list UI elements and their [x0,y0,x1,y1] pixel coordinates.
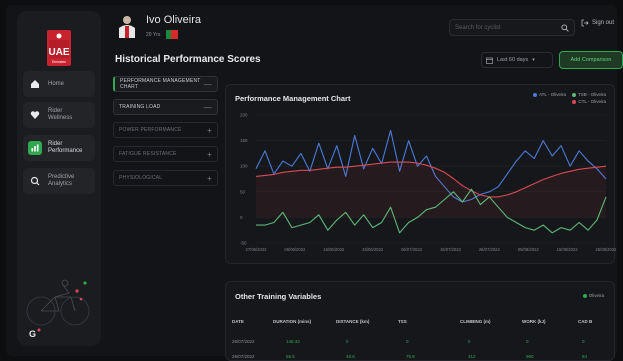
table-cell: 84 [582,354,588,359]
column-header[interactable]: DURATION (mins) [273,319,311,324]
search-icon [561,23,569,32]
sign-out-label: Sign out [592,20,615,26]
y-tick-label: 50 [240,189,246,194]
athlete-age: 20 Yrs [146,31,161,38]
column-header[interactable]: WORK (kJ) [522,319,546,324]
add-comparison-button[interactable]: Add Comparison [559,51,623,69]
metric-performance-management-chart[interactable]: PERFORMANCE MANAGEMENT CHART — [113,76,218,92]
x-tick-label: 16/06/2022 [323,247,345,252]
x-tick-label: 26/06/2022 [362,247,384,252]
expand-icon: + [207,173,212,183]
metric-power-performance[interactable]: POWER PERFORMANCE + [113,122,218,138]
table-cell: 48.6 [346,354,355,359]
table-cell: 960 [526,354,534,359]
sidebar-item-home[interactable]: Home [23,71,95,97]
table-cell: 0 [582,339,585,344]
metric-fatigue-resistance[interactable]: FATIGUE RESISTANCE + [113,146,218,162]
metric-label: TRAINING LOAD [119,104,161,110]
athlete-header: Ivo Oliveira 20 Yrs [116,14,201,39]
metric-label: PERFORMANCE MANAGEMENT CHART [120,78,201,90]
page-title: Historical Performance Scores [115,54,261,65]
x-tick-label: 06/06/2022 [284,247,306,252]
date-range-value: Last 60 days [497,57,529,63]
expand-icon: + [207,125,212,135]
analytics-icon [28,174,42,188]
training-variables-card: Other Training Variables Oliveira DATE D… [225,281,615,361]
sidebar-item-label: Rider Wellness [48,108,73,121]
table-cell: 148.33 [286,339,300,344]
column-header[interactable]: DISTANCE (km) [336,319,369,324]
sidebar-item-label: Home [48,80,65,87]
column-header[interactable]: TSS [398,319,407,324]
collapse-icon: — [203,79,212,89]
table-cell: 56.5 [286,354,295,359]
y-tick-label: -50 [240,241,247,246]
x-tick-label: 26/07/2022 [479,247,501,252]
x-tick-label: 15/08/2022 [557,247,579,252]
metric-training-load[interactable]: TRAINING LOAD — [113,99,218,115]
metric-label: POWER PERFORMANCE [119,127,182,133]
logo-subtext: Emirates [52,60,66,64]
table-cell: 75.8 [406,354,415,359]
table-title: Other Training Variables [235,292,322,301]
sidebar-item-label: Rider Performance [48,141,83,154]
home-icon [28,77,42,91]
sidebar-item-label: Predictive Analytics [48,174,75,187]
table-cell: 0 [346,339,349,344]
chart-icon [28,141,42,155]
table-cell: 0 [468,339,471,344]
x-tick-label: 27/05/2022 [246,247,268,252]
date-range-select[interactable]: Last 60 days ▾ [481,52,553,68]
sign-out-icon [581,19,589,27]
sidebar-item-predictive-analytics[interactable]: Predictive Analytics [23,168,95,194]
performance-chart[interactable]: 200 150 100 50 0 -5027/05/2022 06/06/2022 16/06… [226,85,616,265]
x-tick-label: 06/07/2022 [401,247,423,252]
collapse-icon: — [203,102,212,112]
heart-icon [28,108,42,122]
search-placeholder: Search for cyclist [455,24,501,31]
metric-label: FATIGUE RESISTANCE [119,151,177,157]
table-cell: 0 [406,339,409,344]
y-tick-label: 100 [240,164,248,169]
table-cell: 26/07/2022 [232,354,255,359]
performance-chart-card: Performance Management Chart ATL - Olive… [225,84,616,265]
cyclist-illustration: G [23,271,95,341]
calendar-icon [486,57,493,64]
sidebar: UAE Emirates Home Rider Wellness Rider P… [17,11,101,346]
sign-out-button[interactable]: Sign out [581,19,614,27]
y-tick-label: 0 [240,215,243,220]
chevron-down-icon: ▾ [532,57,535,63]
athlete-name: Ivo Oliveira [146,14,202,26]
table-cell: 0 [526,339,529,344]
metric-label: PHYSIOLOGICAL [119,175,163,181]
sidebar-item-rider-wellness[interactable]: Rider Wellness [23,102,95,128]
table-cell: 412 [468,354,476,359]
footer-logo: G [29,329,36,339]
x-tick-label: 05/08/2022 [518,247,540,252]
y-tick-label: 200 [240,113,248,118]
avatar [116,14,138,38]
column-header[interactable]: DATE [232,319,244,324]
search-input[interactable]: Search for cyclist [449,19,575,36]
table-cell: 26/07/2022 [232,339,255,344]
sidebar-item-rider-performance[interactable]: Rider Performance [23,135,95,161]
x-tick-label: 16/07/2022 [440,247,462,252]
x-tick-label: 25/08/2022 [596,247,616,252]
team-logo[interactable]: UAE Emirates [44,28,74,68]
logo-text: UAE [48,47,69,58]
expand-icon: + [207,149,212,159]
metric-physiological[interactable]: PHYSIOLOGICAL + [113,170,218,186]
column-header[interactable]: CAD B [578,319,592,324]
column-header[interactable]: CLIMBING (m) [460,319,491,324]
table-legend: Oliveira [582,293,604,298]
portugal-flag-icon [166,30,179,39]
y-tick-label: 150 [240,138,248,143]
